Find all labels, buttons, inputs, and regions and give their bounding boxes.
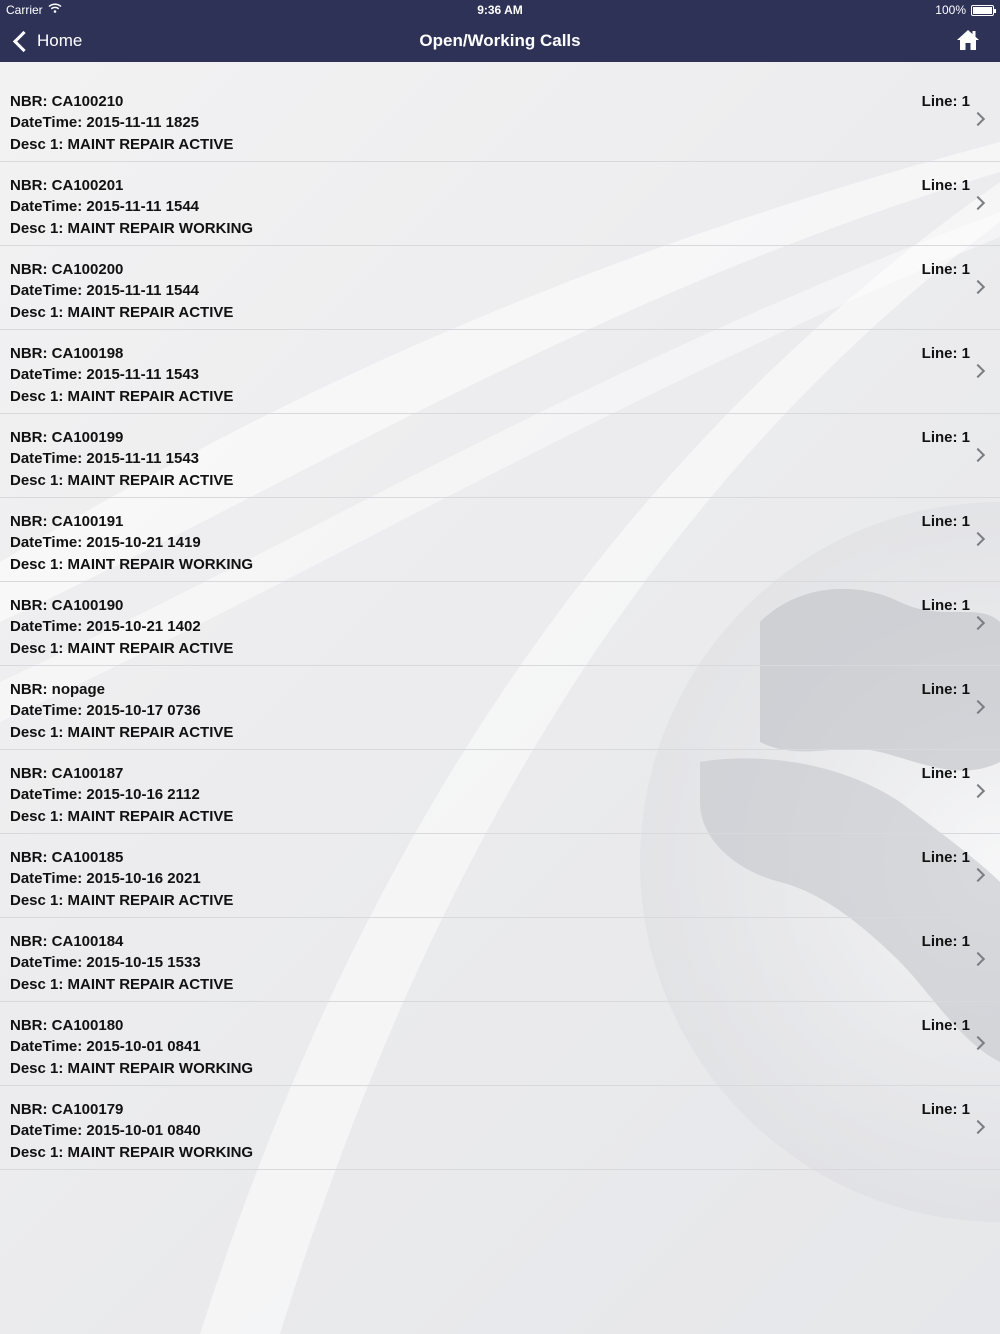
call-datetime: DateTime: 2015-10-01 0841 <box>10 1038 201 1055</box>
call-line: Line: 1 <box>921 765 970 782</box>
chevron-right-icon <box>970 1119 986 1135</box>
call-description: Desc 1: MAINT REPAIR ACTIVE <box>10 640 234 657</box>
call-line: Line: 1 <box>921 429 970 446</box>
list-item[interactable]: NBR: CA100200 DateTime: 2015-11-11 1544 … <box>0 246 1000 330</box>
call-description: Desc 1: MAINT REPAIR WORKING <box>10 556 254 573</box>
call-number: NBR: CA100210 <box>10 93 124 110</box>
navigation-header: Carrier 9:36 AM 100% Home Open/Working C… <box>0 0 1000 62</box>
chevron-right-icon <box>970 195 986 211</box>
chevron-right-icon <box>970 363 986 379</box>
chevron-right-icon <box>970 699 986 715</box>
call-number: NBR: CA100187 <box>10 765 124 782</box>
call-line: Line: 1 <box>921 93 970 110</box>
call-number: NBR: CA100190 <box>10 597 124 614</box>
calls-list: NBR: CA100210 DateTime: 2015-11-11 1825 … <box>0 78 1000 1170</box>
chevron-right-icon <box>970 951 986 967</box>
call-description: Desc 1: MAINT REPAIR ACTIVE <box>10 388 234 405</box>
list-item[interactable]: NBR: CA100179 DateTime: 2015-10-01 0840 … <box>0 1086 1000 1170</box>
call-description: Desc 1: MAINT REPAIR WORKING <box>10 220 254 237</box>
call-number: NBR: CA100200 <box>10 261 124 278</box>
call-datetime: DateTime: 2015-11-11 1544 <box>10 198 200 215</box>
call-line: Line: 1 <box>921 261 970 278</box>
call-line: Line: 1 <box>921 681 970 698</box>
call-description: Desc 1: MAINT REPAIR ACTIVE <box>10 304 234 321</box>
list-item[interactable]: NBR: CA100185 DateTime: 2015-10-16 2021 … <box>0 834 1000 918</box>
list-item[interactable]: NBR: nopage DateTime: 2015-10-17 0736 De… <box>0 666 1000 750</box>
call-description: Desc 1: MAINT REPAIR ACTIVE <box>10 808 234 825</box>
call-line: Line: 1 <box>921 345 970 362</box>
call-number: NBR: CA100180 <box>10 1017 124 1034</box>
call-line: Line: 1 <box>921 597 970 614</box>
call-datetime: DateTime: 2015-11-11 1825 <box>10 114 200 131</box>
call-datetime: DateTime: 2015-11-11 1543 <box>10 366 200 383</box>
call-line: Line: 1 <box>921 513 970 530</box>
call-datetime: DateTime: 2015-10-17 0736 <box>10 702 201 719</box>
call-line: Line: 1 <box>921 177 970 194</box>
home-icon[interactable] <box>956 28 980 52</box>
call-datetime: DateTime: 2015-10-21 1402 <box>10 618 201 635</box>
call-number: NBR: nopage <box>10 681 105 698</box>
list-item[interactable]: NBR: CA100180 DateTime: 2015-10-01 0841 … <box>0 1002 1000 1086</box>
call-number: NBR: CA100179 <box>10 1101 124 1118</box>
list-item[interactable]: NBR: CA100191 DateTime: 2015-10-21 1419 … <box>0 498 1000 582</box>
list-item[interactable]: NBR: CA100187 DateTime: 2015-10-16 2112 … <box>0 750 1000 834</box>
battery-icon <box>971 5 996 16</box>
call-number: NBR: CA100185 <box>10 849 124 866</box>
call-line: Line: 1 <box>921 933 970 950</box>
call-datetime: DateTime: 2015-11-11 1543 <box>10 450 200 467</box>
call-number: NBR: CA100199 <box>10 429 124 446</box>
call-description: Desc 1: MAINT REPAIR ACTIVE <box>10 892 234 909</box>
list-item[interactable]: NBR: CA100201 DateTime: 2015-11-11 1544 … <box>0 162 1000 246</box>
battery-percentage: 100% <box>935 3 966 17</box>
call-line: Line: 1 <box>921 1101 970 1118</box>
chevron-right-icon <box>970 783 986 799</box>
call-number: NBR: CA100201 <box>10 177 124 194</box>
call-datetime: DateTime: 2015-10-16 2112 <box>10 786 200 803</box>
chevron-right-icon <box>970 531 986 547</box>
chevron-right-icon <box>970 867 986 883</box>
call-description: Desc 1: MAINT REPAIR ACTIVE <box>10 136 234 153</box>
list-item[interactable]: NBR: CA100210 DateTime: 2015-11-11 1825 … <box>0 78 1000 162</box>
call-description: Desc 1: MAINT REPAIR ACTIVE <box>10 724 234 741</box>
page-title: Open/Working Calls <box>419 31 581 50</box>
call-datetime: DateTime: 2015-10-16 2021 <box>10 870 201 887</box>
call-line: Line: 1 <box>921 849 970 866</box>
list-item[interactable]: NBR: CA100198 DateTime: 2015-11-11 1543 … <box>0 330 1000 414</box>
list-item[interactable]: NBR: CA100190 DateTime: 2015-10-21 1402 … <box>0 582 1000 666</box>
call-datetime: DateTime: 2015-10-21 1419 <box>10 534 201 551</box>
call-description: Desc 1: MAINT REPAIR ACTIVE <box>10 472 234 489</box>
chevron-right-icon <box>970 447 986 463</box>
chevron-right-icon <box>970 111 986 127</box>
list-item[interactable]: NBR: CA100199 DateTime: 2015-11-11 1543 … <box>0 414 1000 498</box>
call-description: Desc 1: MAINT REPAIR ACTIVE <box>10 976 234 993</box>
call-description: Desc 1: MAINT REPAIR WORKING <box>10 1144 254 1161</box>
call-number: NBR: CA100191 <box>10 513 124 530</box>
call-datetime: DateTime: 2015-10-15 1533 <box>10 954 201 971</box>
nav-bar: Home Open/Working Calls <box>0 20 1000 62</box>
call-number: NBR: CA100184 <box>10 933 124 950</box>
clock: 9:36 AM <box>477 3 523 17</box>
chevron-right-icon <box>970 615 986 631</box>
call-datetime: DateTime: 2015-10-01 0840 <box>10 1122 201 1139</box>
list-item[interactable]: NBR: CA100184 DateTime: 2015-10-15 1533 … <box>0 918 1000 1002</box>
call-description: Desc 1: MAINT REPAIR WORKING <box>10 1060 254 1077</box>
chevron-right-icon <box>970 1035 986 1051</box>
call-line: Line: 1 <box>921 1017 970 1034</box>
chevron-right-icon <box>970 279 986 295</box>
status-bar: Carrier 9:36 AM 100% <box>0 0 1000 20</box>
call-number: NBR: CA100198 <box>10 345 124 362</box>
call-datetime: DateTime: 2015-11-11 1544 <box>10 282 200 299</box>
